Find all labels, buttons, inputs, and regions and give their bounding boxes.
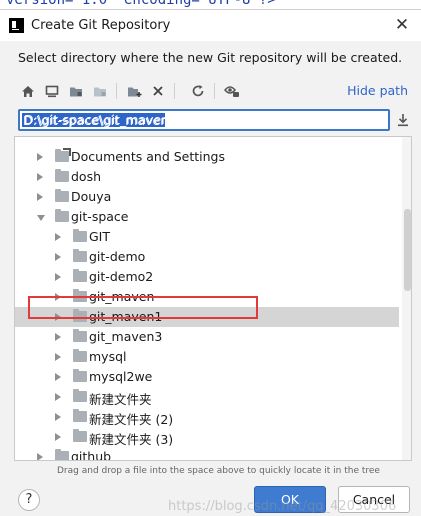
tree-row-label: mysql2we	[89, 369, 153, 384]
folder-icon	[55, 209, 69, 222]
tree-row-label: git_maven3	[89, 329, 163, 344]
tree-row-label: git_maven	[89, 289, 155, 304]
folder-icon	[73, 409, 87, 422]
help-button[interactable]: ?	[18, 489, 40, 511]
folder-icon	[55, 189, 69, 202]
editor-background-strip: version="1.0" encoding="UTF-8"?>	[0, 0, 421, 9]
tree-row[interactable]: mysql	[15, 347, 399, 367]
expand-arrow-right-icon[interactable]	[55, 253, 61, 261]
directory-tree[interactable]: github 新建文件夹 (3) 新建文件夹 (2) 新建文件夹 mysql2we mys…	[14, 136, 412, 461]
expand-arrow-right-icon[interactable]	[37, 153, 43, 161]
path-input[interactable]	[20, 111, 388, 129]
folder-icon	[55, 449, 69, 460]
tree-row[interactable]: git-space	[15, 207, 399, 227]
file-chooser-toolbar: Hide path	[14, 78, 408, 104]
tree-row-label: git-space	[71, 209, 129, 224]
tree-row[interactable]: github	[15, 447, 399, 461]
tree-row[interactable]: 新建文件夹 (2)	[15, 407, 399, 427]
folder-icon	[73, 349, 87, 362]
tree-scrollbar[interactable]	[402, 137, 411, 460]
tree-row-label: git_maven1	[89, 309, 163, 324]
folder-icon	[73, 269, 87, 282]
expand-arrow-right-icon[interactable]	[37, 453, 43, 460]
toolbar-separator	[174, 83, 175, 99]
tree-row[interactable]: mysql2we	[15, 367, 399, 387]
scrollbar-thumb[interactable]	[404, 209, 411, 291]
folder-icon	[73, 309, 87, 322]
tree-row[interactable]: 新建文件夹 (3)	[15, 427, 399, 447]
toolbar-separator	[116, 83, 117, 99]
tree-row-label: git-demo2	[89, 269, 154, 284]
new-folder-icon[interactable]	[124, 81, 144, 101]
folder-icon	[73, 229, 87, 242]
folder-icon	[73, 369, 87, 382]
expand-arrow-right-icon[interactable]	[55, 353, 61, 361]
close-button[interactable]: ✕	[391, 14, 413, 36]
expand-arrow-right-icon[interactable]	[55, 333, 61, 341]
tree-row-label: dosh	[71, 169, 102, 184]
tree-row-label: Douya	[71, 189, 112, 204]
show-hidden-icon[interactable]	[222, 81, 242, 101]
refresh-icon[interactable]	[188, 81, 208, 101]
path-field-container: D:\git-space\git_maven1	[18, 109, 390, 131]
desktop-icon[interactable]	[42, 81, 62, 101]
folder-icon	[73, 389, 87, 402]
expand-arrow-right-icon[interactable]	[55, 413, 61, 421]
tree-row-label: git-demo	[89, 249, 146, 264]
folder-icon	[73, 289, 87, 302]
expand-arrow-right-icon[interactable]	[37, 193, 43, 201]
expand-arrow-right-icon[interactable]	[55, 433, 61, 441]
intellij-app-icon	[9, 18, 24, 33]
folder-icon	[73, 249, 87, 262]
expand-arrow-right-icon[interactable]	[55, 393, 61, 401]
editor-code-text: version="1.0" encoding="UTF-8"?>	[6, 0, 276, 8]
create-git-repository-dialog: Create Git Repository ✕ Select directory…	[0, 9, 421, 516]
tree-row-label: 新建文件夹	[89, 392, 152, 407]
expand-arrow-right-icon[interactable]	[37, 173, 43, 181]
tree-row[interactable]: git_maven	[15, 287, 399, 307]
tree-row[interactable]: git_maven3	[15, 327, 399, 347]
tree-row[interactable]: dosh	[15, 167, 399, 187]
toolbar-separator	[214, 83, 215, 99]
cancel-button[interactable]: Cancel	[338, 486, 410, 513]
tree-row[interactable]: git-demo	[15, 247, 399, 267]
folder-icon	[73, 429, 87, 442]
dialog-title: Create Git Repository	[31, 18, 171, 33]
dialog-description: Select directory where the new Git repos…	[18, 50, 403, 65]
expand-arrow-right-icon[interactable]	[55, 313, 61, 321]
tree-row[interactable]: Douya	[15, 187, 399, 207]
tree-row-label: github	[71, 449, 112, 461]
tree-row[interactable]: GIT	[15, 227, 399, 247]
home-icon[interactable]	[18, 81, 38, 101]
expand-arrow-right-icon[interactable]	[55, 373, 61, 381]
tree-row-label: mysql	[89, 349, 127, 364]
tree-row-label: 新建文件夹 (2)	[89, 412, 174, 427]
folder-icon	[73, 329, 87, 342]
expand-arrow-right-icon[interactable]	[55, 293, 61, 301]
expand-arrow-right-icon[interactable]	[55, 233, 61, 241]
expand-arrow-right-icon[interactable]	[55, 273, 61, 281]
folder-link-icon	[55, 148, 71, 162]
module-folder-icon[interactable]	[90, 81, 110, 101]
dialog-titlebar: Create Git Repository ✕	[0, 10, 421, 41]
tree-row[interactable]: git-demo2	[15, 267, 399, 287]
project-folder-icon[interactable]	[66, 81, 86, 101]
folder-icon	[55, 169, 69, 182]
tree-row[interactable]: 新建文件夹	[15, 387, 399, 407]
hide-path-link[interactable]: Hide path	[347, 83, 408, 98]
tree-row[interactable]: Documents and Settings	[15, 147, 399, 167]
tree-row[interactable]: git_maven1	[15, 307, 399, 327]
expand-arrow-down-icon[interactable]	[37, 215, 45, 221]
tree-row-label: Documents and Settings	[71, 149, 226, 164]
delete-icon[interactable]	[148, 81, 168, 101]
ok-button[interactable]: OK	[254, 486, 326, 513]
tree-row-label: 新建文件夹 (3)	[89, 432, 174, 447]
drag-drop-hint: Drag and drop a file into the space abov…	[57, 466, 380, 476]
tree-row-label: GIT	[89, 229, 111, 244]
download-icon[interactable]	[396, 113, 412, 129]
